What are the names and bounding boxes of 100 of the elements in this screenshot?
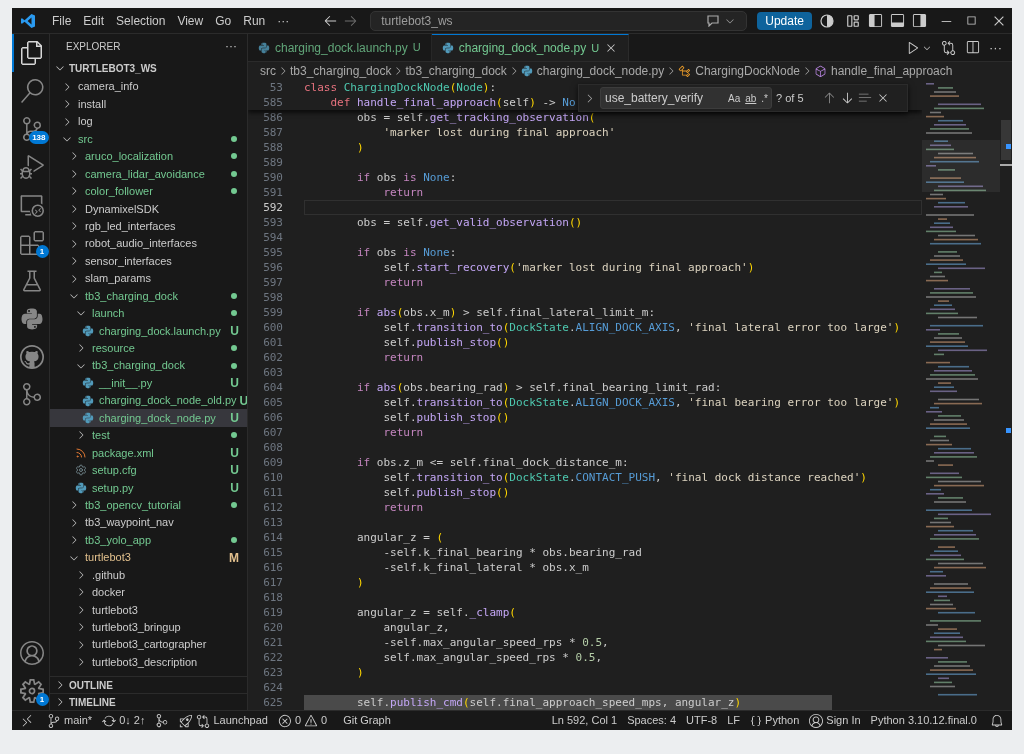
back-arrow-icon[interactable] (323, 13, 339, 28)
breadcrumb[interactable]: ChargingDockNode (678, 62, 800, 80)
menu-item[interactable]: Selection (110, 8, 172, 33)
tree-item[interactable]: aruco_localization (50, 147, 247, 166)
menu-item[interactable]: Run (237, 8, 272, 33)
editor-tab[interactable]: charging_dock.launch.py U (248, 34, 432, 61)
cursor-position[interactable]: Ln 592, Col 1 (546, 711, 623, 730)
tree-item[interactable]: sensor_interfaces (50, 252, 247, 270)
editor-tab[interactable]: charging_dock_node.py U (431, 34, 630, 61)
tree-item[interactable]: turtlebot3_description (50, 653, 247, 671)
line-number: 600 (262, 320, 283, 335)
tree-item[interactable]: log (50, 112, 247, 131)
line-ending-button[interactable]: LF (722, 711, 746, 730)
interpreter-button[interactable]: Python 3.10.12.final.0 (865, 711, 982, 730)
tree-item[interactable]: docker (50, 583, 247, 602)
tree-item[interactable]: tb3_waypoint_nav (50, 513, 247, 532)
breadcrumb[interactable]: charging_dock_node.py (520, 62, 665, 80)
language-button[interactable]: Python (745, 711, 805, 730)
find-option-toggle[interactable]: Aa (727, 90, 741, 106)
file-name: docker (92, 585, 126, 601)
tree-item[interactable]: robot_audio_interfaces (50, 234, 247, 253)
git-status-letter: U (230, 375, 239, 393)
tree-item[interactable]: tb3_charging_dock (50, 357, 247, 375)
remote-monitor-icon (19, 193, 44, 217)
menu-item[interactable]: File (46, 8, 78, 33)
tree-item[interactable]: tb3_charging_dock (50, 287, 247, 305)
tree-item[interactable]: slam_params (50, 269, 247, 288)
find-option-toggle[interactable]: .* (761, 90, 768, 106)
branch-button[interactable]: main* (42, 711, 98, 730)
split-editor-icon[interactable] (965, 40, 980, 55)
tree-item[interactable]: charging_dock.launch.py U (50, 322, 247, 340)
tree-item[interactable]: package.xml U (50, 444, 247, 462)
activity-bar-item[interactable]: 138 (12, 110, 50, 148)
breadcrumb[interactable]: handle_final_approach (814, 62, 953, 80)
sidebar-left-icon[interactable] (868, 13, 883, 28)
tree-item[interactable]: setup.cfg U (50, 461, 247, 480)
git-status-letter: U (230, 410, 239, 428)
tree-item[interactable]: src (50, 130, 247, 148)
more-actions-button[interactable]: ··· (225, 37, 237, 55)
tree-item[interactable]: charging_dock_node.py U (50, 409, 247, 427)
panel-icon[interactable] (890, 13, 905, 28)
more-actions-button[interactable]: ··· (989, 37, 1002, 58)
section-header[interactable]: OUTLINE (50, 676, 247, 693)
maximize-icon[interactable] (965, 14, 978, 27)
menu-item[interactable]: Edit (77, 8, 111, 33)
tree-item[interactable]: __init__.py U (50, 374, 247, 392)
code-line: self.transition_to(DockState.ALIGN_DOCK_AXIS, 'final lateral error too large') (382, 321, 901, 334)
menu-item[interactable]: Go (209, 8, 238, 33)
tree-item[interactable]: setup.py U (50, 479, 247, 497)
menu-item[interactable]: ··· (271, 8, 296, 33)
activity-bar-item[interactable]: 1 (12, 672, 50, 710)
indentation-button[interactable]: Spaces: 4 (622, 711, 682, 730)
tree-item[interactable]: turtlebot3 M (50, 548, 247, 567)
breadcrumb[interactable]: tb3_charging_dock (405, 62, 507, 80)
tree-item[interactable]: test (50, 426, 247, 445)
tree-item[interactable]: color_follower (50, 182, 247, 201)
tree-item[interactable]: charging_dock_node_old.py U (50, 391, 247, 410)
sidebar-right-icon[interactable] (912, 13, 927, 28)
sticky-scroll-line[interactable]: def handle_final_approach(self) -> No (304, 95, 576, 110)
half-circle-icon[interactable] (820, 13, 834, 28)
find-input[interactable]: use_battery_verify Aa ab .* (600, 87, 772, 109)
find-in-selection-icon[interactable] (858, 91, 872, 105)
tree-item[interactable]: tb3_yolo_app (50, 531, 247, 549)
problems-button[interactable]: 0 0 (272, 711, 333, 730)
sign-in-button[interactable]: Sign In (804, 711, 866, 730)
play-icon[interactable] (906, 40, 921, 55)
menu-item[interactable]: View (171, 8, 210, 33)
tree-item[interactable]: camera_lidar_avoidance (50, 165, 247, 183)
sync-button[interactable]: 0↓ 2↑ (97, 711, 151, 730)
tree-item[interactable]: tb3_opencv_tutorial (50, 496, 247, 514)
tree-item[interactable]: .github (50, 566, 247, 584)
layout-icon[interactable] (846, 13, 860, 28)
find-option-toggle[interactable]: ab (745, 90, 757, 106)
sticky-scroll-line[interactable]: class ChargingDockNode(Node): (304, 80, 497, 95)
compare-icon[interactable] (941, 40, 956, 55)
tree-item[interactable]: camera_info (50, 78, 247, 96)
tree-item[interactable]: turtlebot3_bringup (50, 618, 247, 636)
tree-item[interactable]: turtlebot3_cartographer (50, 636, 247, 654)
next-match-icon[interactable] (840, 91, 854, 105)
file-name: robot_audio_interfaces (85, 236, 197, 252)
breadcrumb[interactable]: tb3_charging_dock (290, 62, 392, 80)
tree-item[interactable]: rgb_led_interfaces (50, 217, 247, 235)
branch-icon (47, 713, 61, 728)
workspace-header[interactable]: TURTLEBOT3_WS (54, 60, 157, 76)
previous-match-icon[interactable] (822, 91, 836, 105)
tree-item[interactable]: install (50, 95, 247, 113)
update-button[interactable]: Update (757, 11, 812, 30)
breadcrumb[interactable]: src (260, 62, 276, 80)
encoding-button[interactable]: UTF-8 (681, 711, 723, 730)
git-status-letter: M (229, 549, 239, 567)
tree-item[interactable]: DynamixelSDK (50, 200, 247, 218)
line-number: 610 (262, 470, 283, 485)
launchpad-button[interactable]: Launchpad (174, 711, 273, 730)
git-graph-button[interactable]: Git Graph (338, 711, 396, 730)
command-center[interactable]: turtlebot3_ws (370, 10, 748, 31)
tree-item[interactable]: turtlebot3 (50, 601, 247, 619)
file-name: setup.py (92, 480, 134, 496)
activity-bar-item[interactable]: 1 (12, 224, 50, 262)
tree-item[interactable]: resource (50, 339, 247, 357)
tree-item[interactable]: launch (50, 304, 247, 323)
